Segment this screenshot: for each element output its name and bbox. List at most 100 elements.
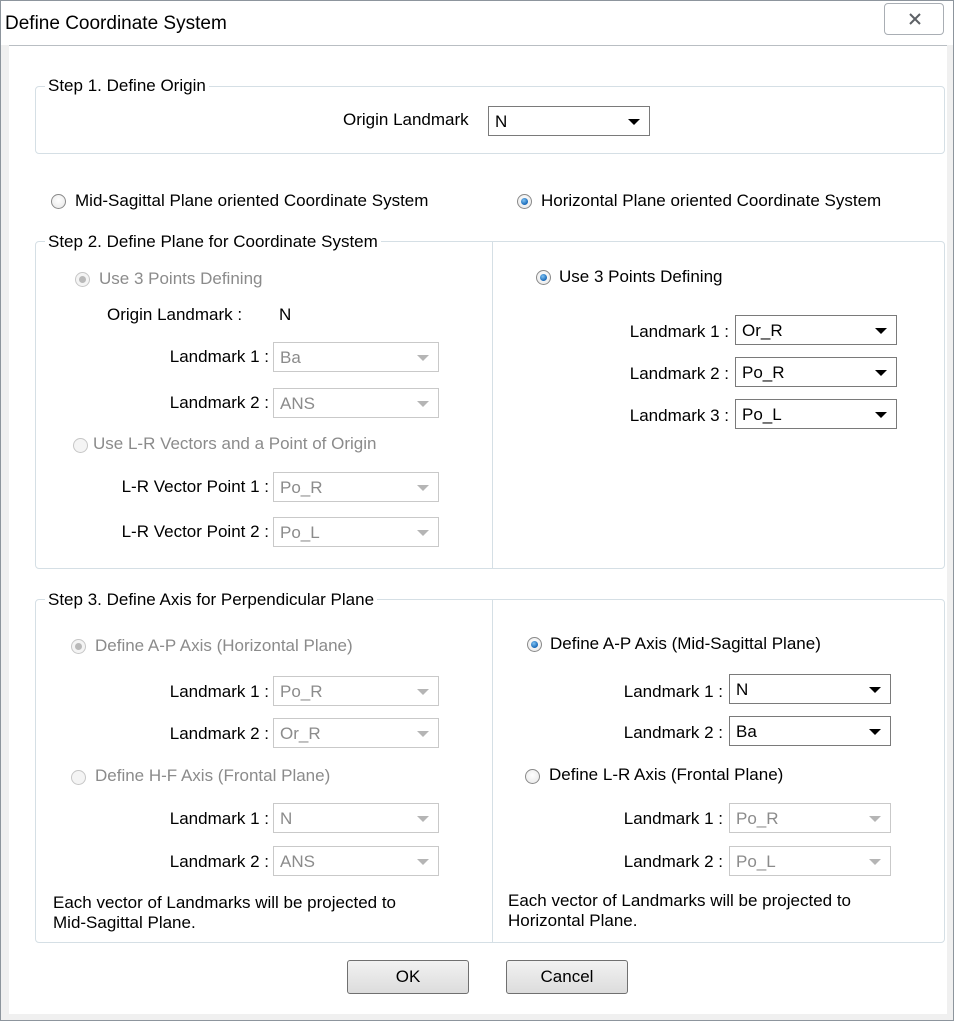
step3-right-lr-landmark1-value: Po_R [736,809,779,828]
step2-left-lr2-value: Po_L [280,523,320,542]
chevron-down-icon [417,859,429,865]
step2-right-landmark3-select[interactable]: Po_L [735,399,897,429]
horizontal-mode-label[interactable]: Horizontal Plane oriented Coordinate Sys… [541,191,881,211]
close-button[interactable] [884,3,944,35]
step3-left-hf-radio[interactable] [71,770,86,785]
step2-left-landmark2-select[interactable]: ANS [273,388,439,418]
step2-right-landmark3-value: Po_L [742,405,782,424]
horizontal-mode-radio[interactable] [517,194,532,209]
step3-right-lr-label[interactable]: Define L-R Axis (Frontal Plane) [549,765,783,785]
step3-right-lr-landmark2-label: Landmark 2 : [623,852,723,871]
step3-left-hf-landmark1-label: Landmark 1 : [169,809,269,828]
step3-right-ap-landmark1-label: Landmark 1 : [623,682,723,701]
step3-right-lr-landmark2-select[interactable]: Po_L [729,846,891,876]
step2-left-landmark2-value: ANS [280,394,315,413]
step2-right-landmark1-label: Landmark 1 : [629,322,729,341]
step3-right-lr-landmark1-select[interactable]: Po_R [729,803,891,833]
step2-right-use3-radio[interactable] [536,270,551,285]
origin-landmark-select[interactable]: N [488,106,650,136]
step2-right-landmark2-label: Landmark 2 : [629,364,729,383]
step2-right-landmark1-select[interactable]: Or_R [735,315,897,345]
title-bar: Define Coordinate System [1,1,953,45]
step2-left-lr2-label: L-R Vector Point 2 : [121,522,269,541]
step2-left-landmark1-select[interactable]: Ba [273,342,439,372]
define-coordinate-system-dialog: Define Coordinate System Step 1. Define … [0,0,954,1021]
mid-sagittal-mode-label[interactable]: Mid-Sagittal Plane oriented Coordinate S… [75,191,428,211]
step2-legend: Step 2. Define Plane for Coordinate Syst… [45,232,381,252]
window-title: Define Coordinate System [5,13,227,34]
step3-left-hf-landmark1-select[interactable]: N [273,803,439,833]
step3-legend: Step 3. Define Axis for Perpendicular Pl… [45,590,378,610]
step3-left-ap-landmark1-label: Landmark 1 : [169,682,269,701]
chevron-down-icon [417,485,429,491]
step3-right-ap-landmark2-label: Landmark 2 : [623,723,723,742]
step3-left-ap-label[interactable]: Define A-P Axis (Horizontal Plane) [95,636,353,656]
step3-right-note-line1: Each vector of Landmarks will be project… [508,891,852,910]
ok-button[interactable]: OK [347,960,469,994]
chevron-down-icon [417,401,429,407]
step3-right-ap-radio[interactable] [527,637,542,652]
chevron-down-icon [869,816,881,822]
step2-left-origin-label: Origin Landmark : [107,305,243,324]
step3-left-ap-landmark2-label: Landmark 2 : [169,724,269,743]
step3-right-lr-radio[interactable] [525,769,540,784]
step3-divider [492,600,493,942]
step2-left-landmark1-label: Landmark 1 : [169,347,269,366]
step3-left-ap-landmark2-select[interactable]: Or_R [273,718,439,748]
chevron-down-icon [875,328,887,334]
step2-left-use3-radio[interactable] [75,272,90,287]
origin-landmark-label: Origin Landmark [343,110,469,129]
step3-left-hf-landmark2-label: Landmark 2 : [169,852,269,871]
step3-right-lr-landmark2-value: Po_L [736,852,776,871]
step2-left-lr1-select[interactable]: Po_R [273,472,439,502]
step3-left-note-line2: Mid-Sagittal Plane. [53,913,196,932]
chevron-down-icon [875,370,887,376]
step2-left-landmark1-value: Ba [280,348,301,367]
chevron-down-icon [417,816,429,822]
chevron-down-icon [628,119,640,125]
step3-left-hf-landmark2-select[interactable]: ANS [273,846,439,876]
dialog-body: Step 1. Define Origin Origin Landmark N … [9,45,947,1014]
step2-right-landmark3-label: Landmark 3 : [629,406,729,425]
step2-left-lr1-label: L-R Vector Point 1 : [121,477,269,496]
step2-left-lr-vectors-radio[interactable] [73,438,88,453]
step3-right-ap-landmark1-select[interactable]: N [729,674,891,704]
step3-left-ap-landmark2-value: Or_R [280,724,321,743]
close-icon [909,13,921,25]
step3-left-ap-radio[interactable] [71,639,86,654]
step1-legend: Step 1. Define Origin [45,76,209,96]
step3-left-ap-landmark1-select[interactable]: Po_R [273,676,439,706]
step3-left-hf-landmark2-value: ANS [280,852,315,871]
step3-left-hf-label[interactable]: Define H-F Axis (Frontal Plane) [95,766,330,786]
step2-right-landmark2-select[interactable]: Po_R [735,357,897,387]
chevron-down-icon [417,731,429,737]
step3-right-note-line2: Horizontal Plane. [508,911,638,930]
mid-sagittal-mode-radio[interactable] [51,194,66,209]
chevron-down-icon [869,859,881,865]
step3-left-hf-landmark1-value: N [280,809,293,828]
step2-right-landmark1-value: Or_R [742,321,783,340]
step3-right-ap-landmark2-value: Ba [736,722,757,741]
step2-left-origin-value: N [279,305,292,324]
step3-left-note-line1: Each vector of Landmarks will be project… [53,893,397,912]
step2-divider [492,242,493,568]
step2-right-landmark2-value: Po_R [742,363,785,382]
step3-right-ap-landmark1-value: N [736,680,749,699]
step3-right-lr-landmark1-label: Landmark 1 : [623,809,723,828]
chevron-down-icon [417,355,429,361]
step2-left-use3-label[interactable]: Use 3 Points Defining [99,269,262,289]
step2-left-lr-vectors-label[interactable]: Use L-R Vectors and a Point of Origin [93,434,376,454]
step3-left-ap-landmark1-value: Po_R [280,682,323,701]
origin-landmark-value: N [495,112,508,131]
chevron-down-icon [417,530,429,536]
chevron-down-icon [417,689,429,695]
step3-right-ap-label[interactable]: Define A-P Axis (Mid-Sagittal Plane) [550,634,821,654]
chevron-down-icon [869,729,881,735]
cancel-button[interactable]: Cancel [506,960,628,994]
step3-right-ap-landmark2-select[interactable]: Ba [729,716,891,746]
chevron-down-icon [875,412,887,418]
step2-left-lr2-select[interactable]: Po_L [273,517,439,547]
step2-left-landmark2-label: Landmark 2 : [169,393,269,412]
step2-left-lr1-value: Po_R [280,478,323,497]
step2-right-use3-label[interactable]: Use 3 Points Defining [559,267,722,287]
